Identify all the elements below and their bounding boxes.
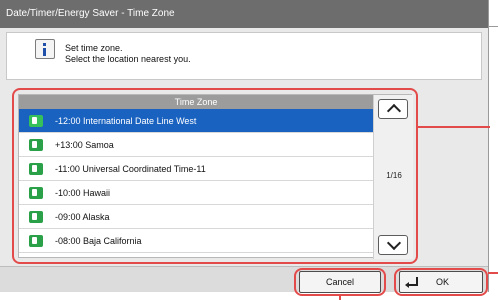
chevron-up-icon (386, 103, 402, 119)
timezone-label: -12:00 International Date Line West (55, 116, 197, 126)
info-icon (35, 39, 55, 59)
globe-flag-icon (29, 187, 43, 199)
page-indicator: 1/16 (386, 171, 402, 180)
timezone-label: -09:00 Alaska (55, 212, 110, 222)
timezone-list-box: Time Zone -12:00 International Date Line… (18, 94, 413, 259)
timezone-row[interactable]: -10:00 Hawaii (19, 181, 373, 205)
timezone-panel-highlight: Time Zone -12:00 International Date Line… (12, 88, 418, 264)
timezone-label: +13:00 Samoa (55, 140, 114, 150)
message-box: Set time zone. Select the location neare… (6, 32, 482, 80)
callout-line (418, 126, 490, 128)
chevron-down-icon (386, 235, 402, 251)
callout-line (339, 296, 341, 300)
window-title: Date/Timer/Energy Saver - Time Zone (0, 0, 488, 28)
timezone-label: -08:00 Baja California (55, 236, 142, 246)
callout-line (488, 26, 498, 27)
timezone-list-header: Time Zone (19, 95, 373, 109)
scroll-up-button[interactable] (378, 99, 408, 119)
timezone-label: -10:00 Hawaii (55, 188, 111, 198)
timezone-row[interactable]: -08:00 Baja California (19, 229, 373, 253)
globe-flag-icon (29, 139, 43, 151)
scroll-down-button[interactable] (378, 235, 408, 255)
timezone-row[interactable]: -12:00 International Date Line West (19, 109, 373, 133)
ok-label: OK (436, 277, 450, 287)
timezone-row[interactable]: -09:00 Alaska (19, 205, 373, 229)
globe-flag-icon (29, 115, 43, 127)
callout-line (488, 272, 498, 274)
globe-flag-icon (29, 211, 43, 223)
message-line-1: Set time zone. (65, 43, 123, 53)
scroll-column: 1/16 (373, 95, 413, 259)
cancel-button[interactable]: Cancel (299, 271, 381, 293)
globe-flag-icon (29, 163, 43, 175)
message-line-2: Select the location nearest you. (65, 54, 191, 64)
timezone-label: -11:00 Universal Coordinated Time-11 (55, 164, 206, 174)
enter-icon (405, 277, 418, 288)
globe-flag-icon (29, 235, 43, 247)
timezone-row[interactable]: +13:00 Samoa (19, 133, 373, 157)
touch-panel-screen: Date/Timer/Energy Saver - Time Zone Set … (0, 0, 489, 292)
timezone-list: -12:00 International Date Line West +13:… (19, 109, 373, 253)
timezone-row[interactable]: -11:00 Universal Coordinated Time-11 (19, 157, 373, 181)
ok-button[interactable]: OK (399, 271, 483, 293)
